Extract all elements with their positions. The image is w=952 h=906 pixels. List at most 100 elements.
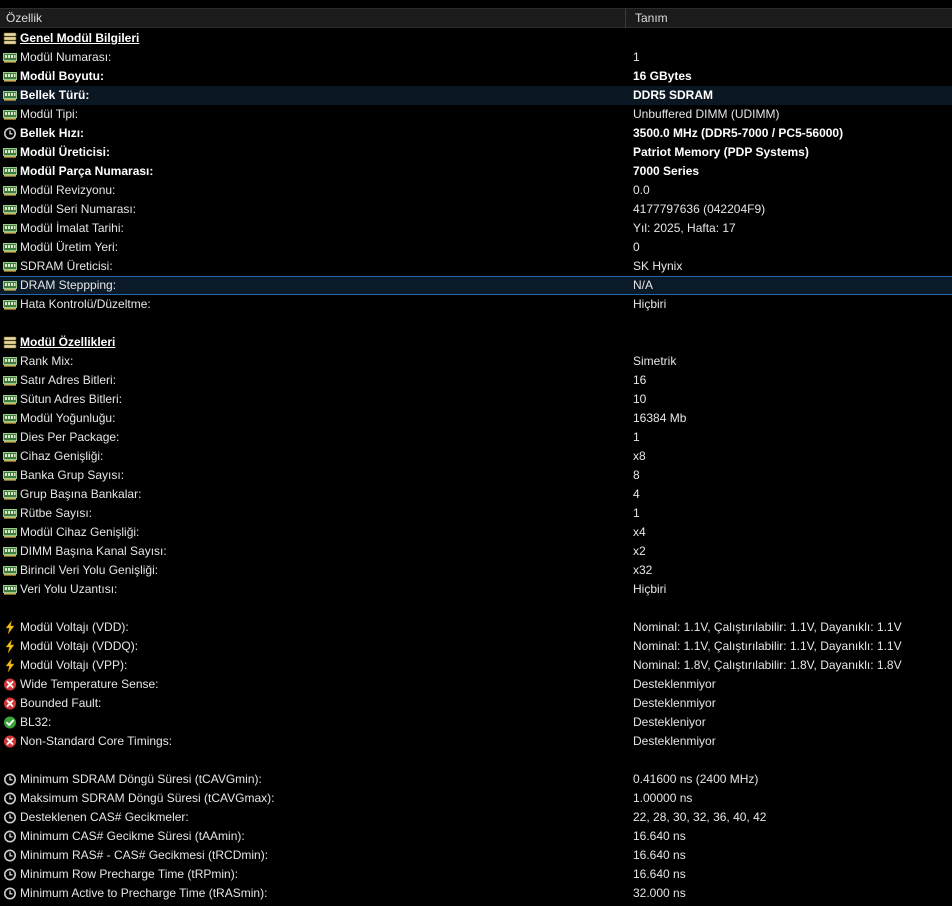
ram-module-icon xyxy=(3,241,17,254)
property-row[interactable]: Desteklenen CAS# Gecikmeler: 22, 28, 30, … xyxy=(0,808,952,827)
clock-icon xyxy=(3,127,17,140)
property-row[interactable]: Modül Voltajı (VDD): Nominal: 1.1V, Çalış… xyxy=(0,618,952,637)
property-name: Minimum Row Precharge Time (tRPmin): xyxy=(20,867,239,881)
property-value: 4 xyxy=(633,487,640,501)
lightning-icon xyxy=(3,621,17,634)
property-name: SDRAM Üreticisi: xyxy=(20,259,113,273)
error-x-icon xyxy=(3,735,17,748)
property-value: Nominal: 1.1V, Çalıştırılabilir: 1.1V, D… xyxy=(633,639,902,653)
property-row[interactable]: DIMM Başına Kanal Sayısı: x2 xyxy=(0,542,952,561)
property-value: Unbuffered DIMM (UDIMM) xyxy=(633,107,780,121)
property-row[interactable]: Bellek Türü: DDR5 SDRAM xyxy=(0,86,952,105)
property-name: Modül Üretim Yeri: xyxy=(20,240,119,254)
property-name: Cihaz Genişliği: xyxy=(20,449,104,463)
property-name: Hata Kontrolü/Düzeltme: xyxy=(20,297,151,311)
property-value: Desteklenmiyor xyxy=(633,696,716,710)
property-row[interactable]: Satır Adres Bitleri: 16 xyxy=(0,371,952,390)
property-rows: Genel Modül Bilgileri Modül Numarası: 1 Mod… xyxy=(0,29,952,903)
property-value: Desteklenmiyor xyxy=(633,677,716,691)
property-row[interactable]: Modül Cihaz Genişliği: x4 xyxy=(0,523,952,542)
property-row[interactable]: SDRAM Üreticisi: SK Hynix xyxy=(0,257,952,276)
property-row[interactable]: Modül İmalat Tarihi: Yıl: 2025, Hafta: 17 xyxy=(0,219,952,238)
section-title: Genel Modül Bilgileri xyxy=(20,31,140,45)
clock-icon xyxy=(3,773,17,786)
property-value: Hiçbiri xyxy=(633,297,667,311)
clock-icon xyxy=(3,811,17,824)
property-row[interactable]: Minimum RAS# - CAS# Gecikmesi (tRCDmin):… xyxy=(0,846,952,865)
column-header-value[interactable]: Tanım xyxy=(627,9,952,28)
property-row[interactable]: Modül Seri Numarası: 4177797636 (042204F9… xyxy=(0,200,952,219)
property-row[interactable]: Modül Voltajı (VDDQ): Nominal: 1.1V, Çalı… xyxy=(0,637,952,656)
property-row[interactable]: Sütun Adres Bitleri: 10 xyxy=(0,390,952,409)
property-row[interactable]: Birincil Veri Yolu Genişliği: x32 xyxy=(0,561,952,580)
section-header-row[interactable]: Modül Özellikleri xyxy=(0,333,952,352)
property-row[interactable]: Bounded Fault: Desteklenmiyor xyxy=(0,694,952,713)
property-row[interactable]: Cihaz Genişliği: x8 xyxy=(0,447,952,466)
lightning-icon xyxy=(3,659,17,672)
property-name: Minimum SDRAM Döngü Süresi (tCAVGmin): xyxy=(20,772,262,786)
check-icon xyxy=(3,716,17,729)
property-row[interactable]: Modül Tipi: Unbuffered DIMM (UDIMM) xyxy=(0,105,952,124)
property-row[interactable]: Modül Üreticisi: Patriot Memory (PDP Syst… xyxy=(0,143,952,162)
property-value: 16.640 ns xyxy=(633,867,686,881)
property-name: Rank Mix: xyxy=(20,354,74,368)
property-value: 10 xyxy=(633,392,647,406)
error-x-icon xyxy=(3,678,17,691)
property-row[interactable]: Maksimum SDRAM Döngü Süresi (tCAVGmax): 1… xyxy=(0,789,952,808)
property-row[interactable]: Banka Grup Sayısı: 8 xyxy=(0,466,952,485)
property-row[interactable]: Non-Standard Core Timings: Desteklenmiyor xyxy=(0,732,952,751)
property-value: 4177797636 (042204F9) xyxy=(633,202,766,216)
property-row[interactable]: Minimum CAS# Gecikme Süresi (tAAmin): 16.… xyxy=(0,827,952,846)
property-name: Satır Adres Bitleri: xyxy=(20,373,117,387)
property-value: 16 GBytes xyxy=(633,69,692,83)
ram-module-icon xyxy=(3,564,17,577)
property-value: Nominal: 1.8V, Çalıştırılabilir: 1.8V, D… xyxy=(633,658,902,672)
property-row[interactable]: Rank Mix: Simetrik xyxy=(0,352,952,371)
property-row[interactable]: Minimum Row Precharge Time (tRPmin): 16.6… xyxy=(0,865,952,884)
property-name: Modül Revizyonu: xyxy=(20,183,116,197)
property-name: Grup Başına Bankalar: xyxy=(20,487,142,501)
property-value: 16 xyxy=(633,373,647,387)
property-row[interactable]: DRAM Steppping: N/A xyxy=(0,276,952,295)
property-value: SK Hynix xyxy=(633,259,683,273)
property-list-view: Özellik Tanım Genel Modül Bilgileri Modül… xyxy=(0,0,952,906)
ram-module-icon xyxy=(3,184,17,197)
ram-module-icon xyxy=(3,51,17,64)
section-header-row[interactable]: Genel Modül Bilgileri xyxy=(0,29,952,48)
property-name: Modül Cihaz Genişliği: xyxy=(20,525,140,539)
property-value: 22, 28, 30, 32, 36, 40, 42 xyxy=(633,810,767,824)
ram-module-icon xyxy=(3,165,17,178)
property-value: 32.000 ns xyxy=(633,886,686,900)
property-value: 0.41600 ns (2400 MHz) xyxy=(633,772,759,786)
property-row[interactable]: Rütbe Sayısı: 1 xyxy=(0,504,952,523)
property-row[interactable]: Minimum SDRAM Döngü Süresi (tCAVGmin): 0.… xyxy=(0,770,952,789)
property-row[interactable]: Wide Temperature Sense: Desteklenmiyor xyxy=(0,675,952,694)
property-value: 0 xyxy=(633,240,640,254)
column-header-property[interactable]: Özellik xyxy=(0,9,626,28)
property-value: Desteklenmiyor xyxy=(633,734,716,748)
property-name: Dies Per Package: xyxy=(20,430,120,444)
property-row[interactable]: Modül Parça Numarası: 7000 Series xyxy=(0,162,952,181)
property-row[interactable]: Modül Üretim Yeri: 0 xyxy=(0,238,952,257)
ram-module-icon xyxy=(3,526,17,539)
property-row[interactable]: Hata Kontrolü/Düzeltme: Hiçbiri xyxy=(0,295,952,314)
property-name: DRAM Steppping: xyxy=(20,278,117,292)
property-name: Minimum CAS# Gecikme Süresi (tAAmin): xyxy=(20,829,245,843)
property-row[interactable]: Modül Boyutu: 16 GBytes xyxy=(0,67,952,86)
property-row[interactable]: Veri Yolu Uzantısı: Hiçbiri xyxy=(0,580,952,599)
property-row[interactable]: Modül Revizyonu: 0.0 xyxy=(0,181,952,200)
property-row[interactable]: Modül Numarası: 1 xyxy=(0,48,952,67)
property-row[interactable]: Dies Per Package: 1 xyxy=(0,428,952,447)
property-row[interactable]: Modül Yoğunluğu: 16384 Mb xyxy=(0,409,952,428)
property-row[interactable]: Grup Başına Bankalar: 4 xyxy=(0,485,952,504)
ram-module-icon xyxy=(3,279,17,292)
property-row[interactable]: Minimum Active to Precharge Time (tRASmi… xyxy=(0,884,952,903)
property-name: Sütun Adres Bitleri: xyxy=(20,392,123,406)
property-row[interactable]: Bellek Hızı: 3500.0 MHz (DDR5-7000 / PC5-… xyxy=(0,124,952,143)
property-name: Modül Voltajı (VDD): xyxy=(20,620,129,634)
property-row[interactable]: Modül Voltajı (VPP): Nominal: 1.8V, Çalış… xyxy=(0,656,952,675)
property-value: Yıl: 2025, Hafta: 17 xyxy=(633,221,736,235)
property-row[interactable]: BL32: Destekleniyor xyxy=(0,713,952,732)
ram-module-icon xyxy=(3,583,17,596)
property-value: Simetrik xyxy=(633,354,677,368)
